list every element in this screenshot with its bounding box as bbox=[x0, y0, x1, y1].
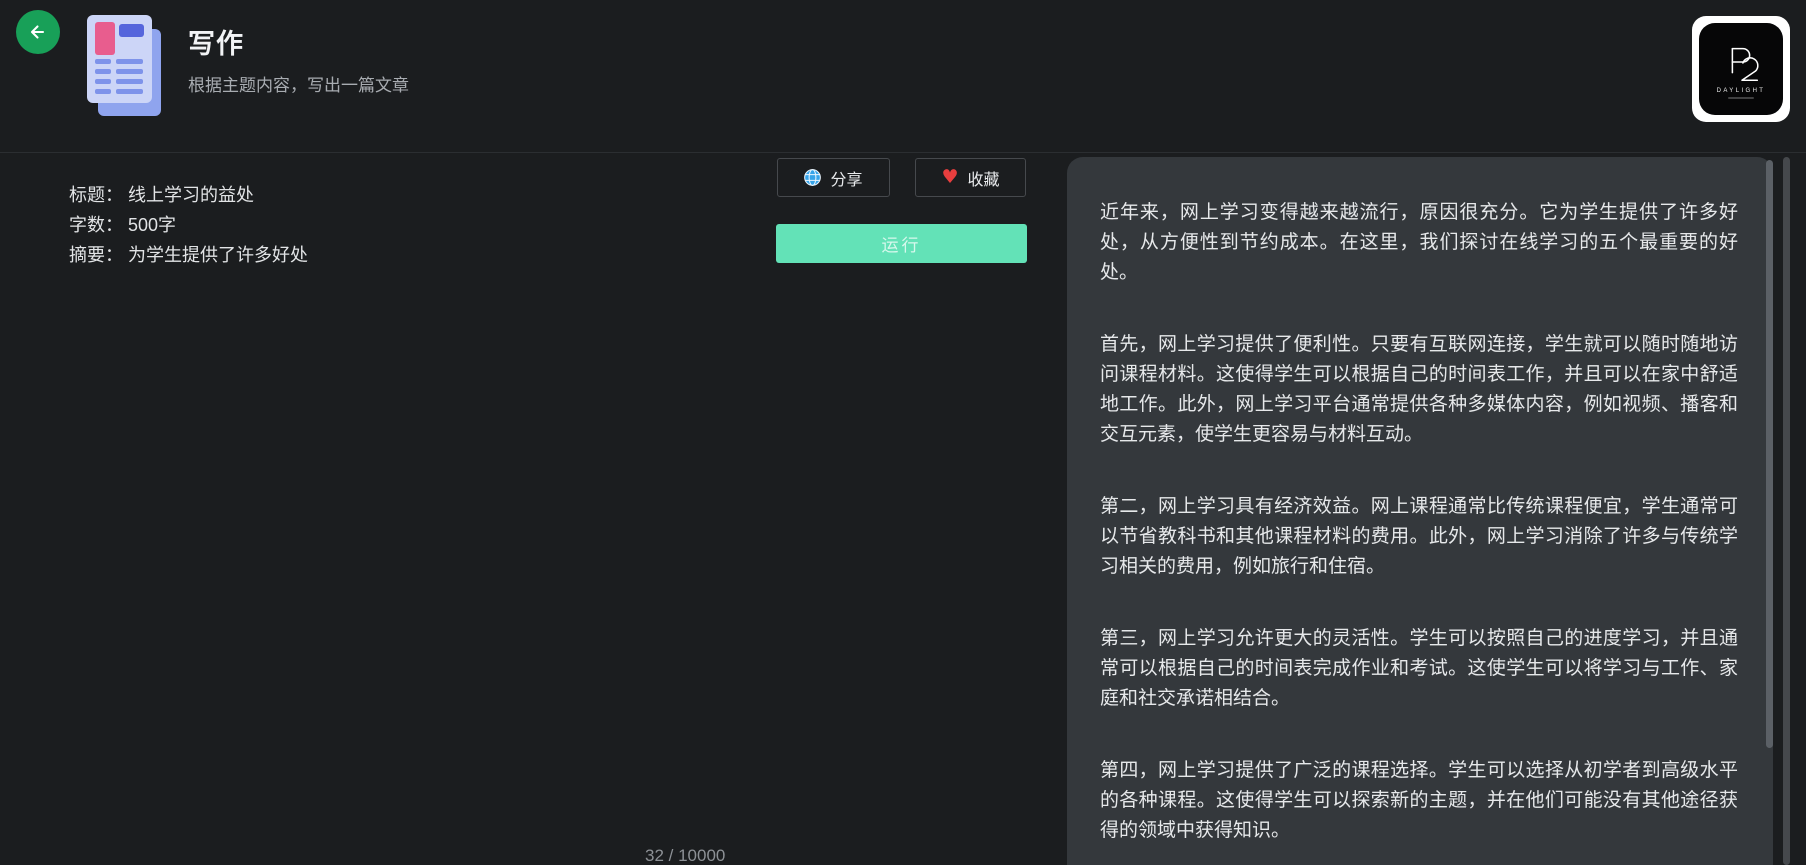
share-button[interactable]: 分享 bbox=[777, 158, 890, 197]
document-stack-icon bbox=[87, 15, 165, 121]
panel-scrollbar-thumb[interactable] bbox=[1766, 160, 1773, 748]
doc-block-pink bbox=[95, 22, 115, 55]
char-counter: 32 / 10000 bbox=[645, 846, 726, 865]
back-button[interactable] bbox=[16, 10, 60, 54]
field-label: 字数： bbox=[69, 215, 123, 235]
favorite-label: 收藏 bbox=[967, 171, 1000, 189]
arrow-left-icon bbox=[27, 21, 49, 43]
field-value: 为学生提供了许多好处 bbox=[128, 245, 308, 265]
brand-name: DAYLIGHT bbox=[1716, 87, 1766, 94]
doc-block-blue bbox=[119, 24, 144, 37]
field-wordcount: 字数： 500字 bbox=[69, 210, 308, 240]
field-value: 线上学习的益处 bbox=[128, 185, 254, 205]
output-paragraph: 第二，网上学习具有经济效益。网上课程通常比传统课程便宜，学生通常可以节省教科书和… bbox=[1100, 496, 1738, 577]
run-label: 运行 bbox=[881, 236, 922, 255]
brand-logo-square: DAYLIGHT bbox=[1699, 23, 1783, 115]
brand-tagline bbox=[1728, 96, 1754, 99]
output-paragraph: 第四，网上学习提供了广泛的课程选择。学生可以选择从初学者到高级水平的各种课程。这… bbox=[1100, 760, 1738, 841]
page-scrollbar[interactable] bbox=[1783, 157, 1790, 865]
favorite-button[interactable]: ♥ 收藏 bbox=[915, 158, 1026, 197]
share-label: 分享 bbox=[830, 171, 863, 189]
b2-monogram-icon bbox=[1718, 40, 1764, 86]
field-label: 摘要： bbox=[69, 245, 123, 265]
globe-icon bbox=[804, 169, 822, 186]
field-label: 标题： bbox=[69, 185, 123, 205]
app-window: 写作 根据主题内容，写出一篇文章 DAYLIGHT 标题： 线上学习的益处 字数… bbox=[0, 0, 1806, 865]
run-button[interactable]: 运行 bbox=[776, 224, 1027, 263]
field-abstract: 摘要： 为学生提供了许多好处 bbox=[69, 240, 308, 270]
page-title: 写作 bbox=[188, 29, 244, 59]
output-paragraph: 首先，网上学习提供了便利性。只要有互联网连接，学生就可以随时随地访问课程材料。这… bbox=[1100, 334, 1738, 445]
doc-sheet-front bbox=[87, 15, 152, 103]
page-subtitle: 根据主题内容，写出一篇文章 bbox=[188, 76, 409, 95]
header: 写作 根据主题内容，写出一篇文章 DAYLIGHT bbox=[0, 0, 1806, 153]
field-value: 500字 bbox=[128, 215, 177, 235]
output-paragraph: 近年来，网上学习变得越来越流行，原因很充分。它为学生提供了许多好处，从方便性到节… bbox=[1100, 202, 1738, 283]
output-panel[interactable]: 近年来，网上学习变得越来越流行，原因很充分。它为学生提供了许多好处，从方便性到节… bbox=[1067, 157, 1773, 865]
output-paragraph: 第三，网上学习允许更大的灵活性。学生可以按照自己的进度学习，并且通常可以根据自己… bbox=[1100, 628, 1738, 709]
field-title: 标题： 线上学习的益处 bbox=[69, 180, 308, 210]
form-summary: 标题： 线上学习的益处 字数： 500字 摘要： 为学生提供了许多好处 bbox=[69, 180, 308, 270]
brand-logo-card: DAYLIGHT bbox=[1692, 16, 1790, 122]
heart-icon: ♥ bbox=[941, 166, 959, 188]
